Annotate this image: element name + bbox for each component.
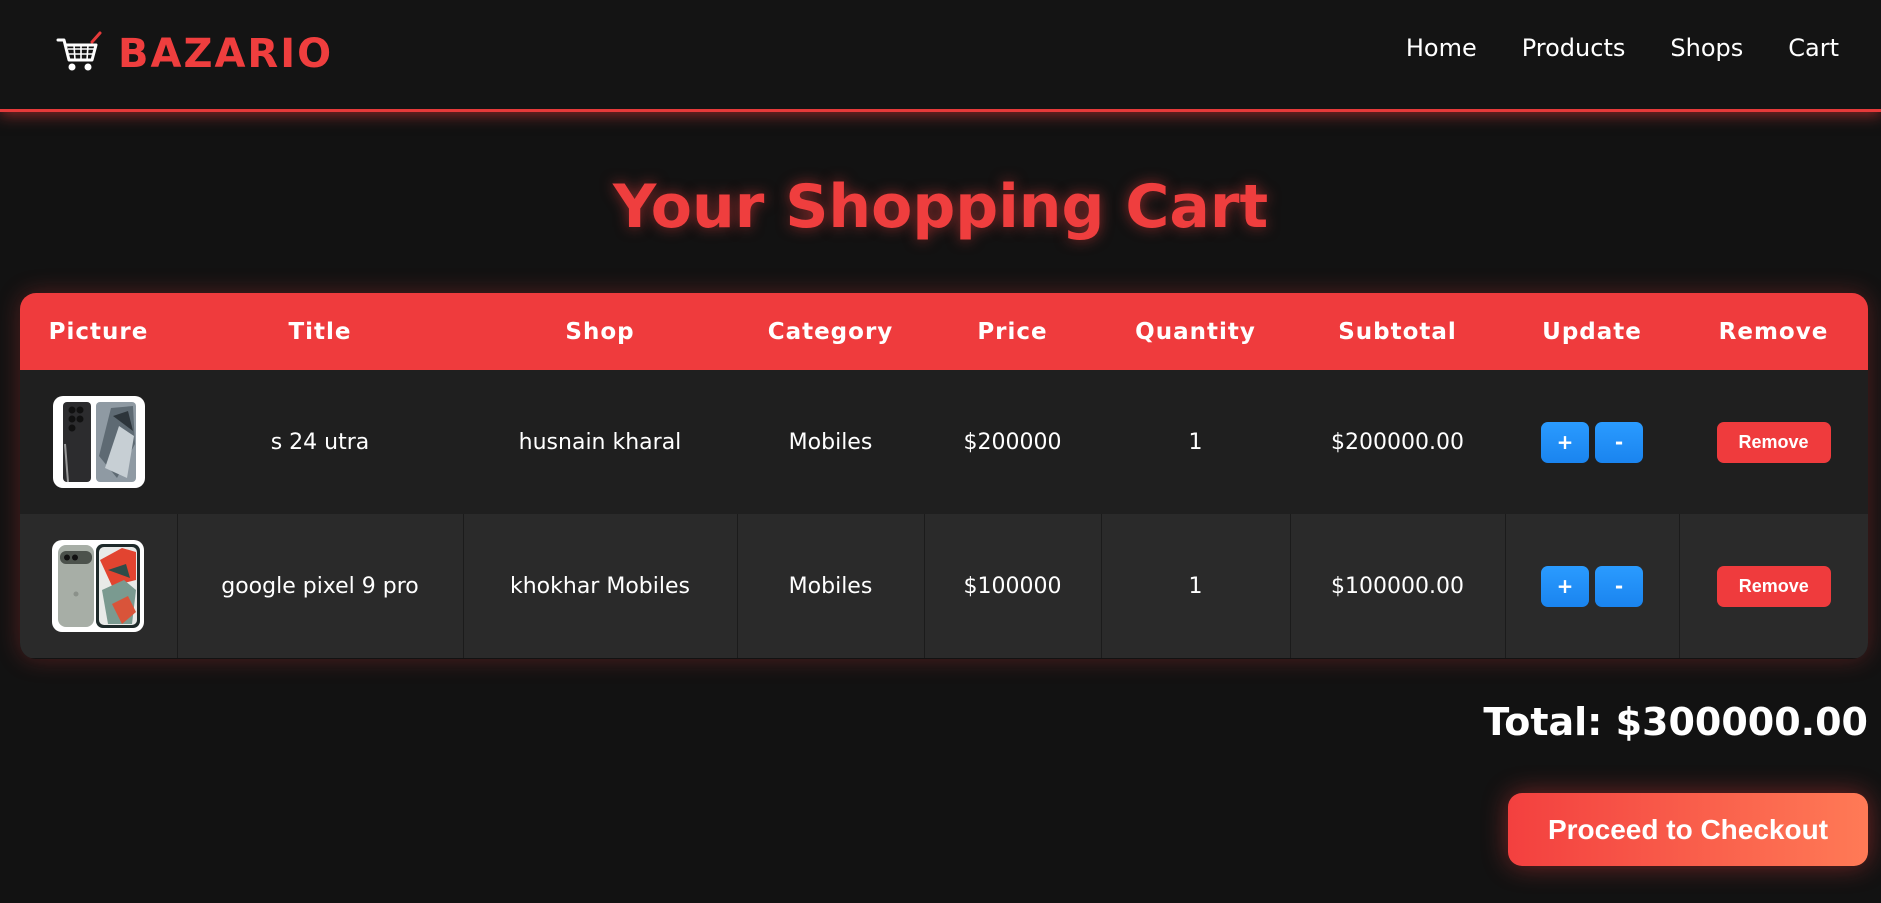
update-cell: + - bbox=[1505, 370, 1679, 514]
decrease-quantity-button[interactable]: - bbox=[1595, 565, 1643, 607]
cart-table: Picture Title Shop Category Price Quanti… bbox=[20, 293, 1868, 658]
product-picture-cell bbox=[20, 514, 178, 658]
increase-quantity-button[interactable]: + bbox=[1541, 565, 1589, 607]
product-picture-cell bbox=[20, 370, 177, 514]
product-subtotal: $200000.00 bbox=[1331, 429, 1464, 455]
product-price: $100000 bbox=[924, 514, 1102, 658]
cart-table-container: Picture Title Shop Category Price Quanti… bbox=[20, 293, 1868, 659]
increase-quantity-button[interactable]: + bbox=[1541, 421, 1589, 463]
decrease-quantity-button[interactable]: - bbox=[1595, 421, 1643, 463]
column-header-category: Category bbox=[767, 318, 894, 345]
proceed-to-checkout-button[interactable]: Proceed to Checkout bbox=[1508, 793, 1868, 866]
column-header-remove: Remove bbox=[1718, 318, 1829, 345]
page-title: Your Shopping Cart bbox=[612, 172, 1269, 242]
remove-item-button[interactable]: Remove bbox=[1716, 421, 1831, 463]
column-header-title: Title bbox=[288, 318, 352, 345]
table-row: google pixel 9 pro khokhar Mobiles Mobil… bbox=[20, 514, 1868, 658]
remove-cell: Remove bbox=[1679, 514, 1868, 658]
column-header-update: Update bbox=[1542, 318, 1642, 345]
product-subtotal: $100000.00 bbox=[1290, 514, 1506, 658]
product-category: Mobiles bbox=[737, 514, 925, 658]
nav-link-products[interactable]: Products bbox=[1522, 34, 1626, 62]
product-shop: khokhar Mobiles bbox=[463, 514, 738, 658]
remove-item-button[interactable]: Remove bbox=[1716, 565, 1831, 607]
product-shop: husnain kharal bbox=[518, 429, 682, 455]
product-image-s24 bbox=[52, 396, 145, 488]
nav-links: Home Products Shops Cart bbox=[1406, 34, 1839, 62]
brand[interactable]: BAZARIO bbox=[54, 28, 333, 80]
cart-total: Total: $300000.00 bbox=[1483, 700, 1868, 744]
product-image-pixel9 bbox=[52, 540, 145, 632]
brand-name: BAZARIO bbox=[118, 31, 334, 77]
column-header-shop: Shop bbox=[565, 318, 635, 345]
product-title: s 24 utra bbox=[270, 429, 370, 455]
table-row: s 24 utra husnain kharal Mobiles $200000… bbox=[20, 370, 1868, 514]
product-quantity: 1 bbox=[1101, 514, 1291, 658]
nav-link-home[interactable]: Home bbox=[1406, 34, 1477, 62]
column-header-subtotal: Subtotal bbox=[1338, 318, 1457, 345]
product-price: $200000 bbox=[963, 429, 1062, 455]
product-title: google pixel 9 pro bbox=[177, 514, 464, 658]
nav-link-cart[interactable]: Cart bbox=[1788, 34, 1839, 62]
table-header-row: Picture Title Shop Category Price Quanti… bbox=[20, 293, 1868, 370]
nav-link-shops[interactable]: Shops bbox=[1670, 34, 1743, 62]
product-quantity: 1 bbox=[1188, 429, 1203, 455]
column-header-picture: Picture bbox=[48, 318, 149, 345]
column-header-quantity: Quantity bbox=[1135, 318, 1256, 345]
update-cell: + - bbox=[1505, 514, 1680, 658]
product-category: Mobiles bbox=[788, 429, 873, 455]
shopping-cart-icon bbox=[56, 31, 102, 71]
navbar: BAZARIO Home Products Shops Cart bbox=[0, 0, 1881, 112]
remove-cell: Remove bbox=[1679, 370, 1868, 514]
column-header-price: Price bbox=[977, 318, 1048, 345]
